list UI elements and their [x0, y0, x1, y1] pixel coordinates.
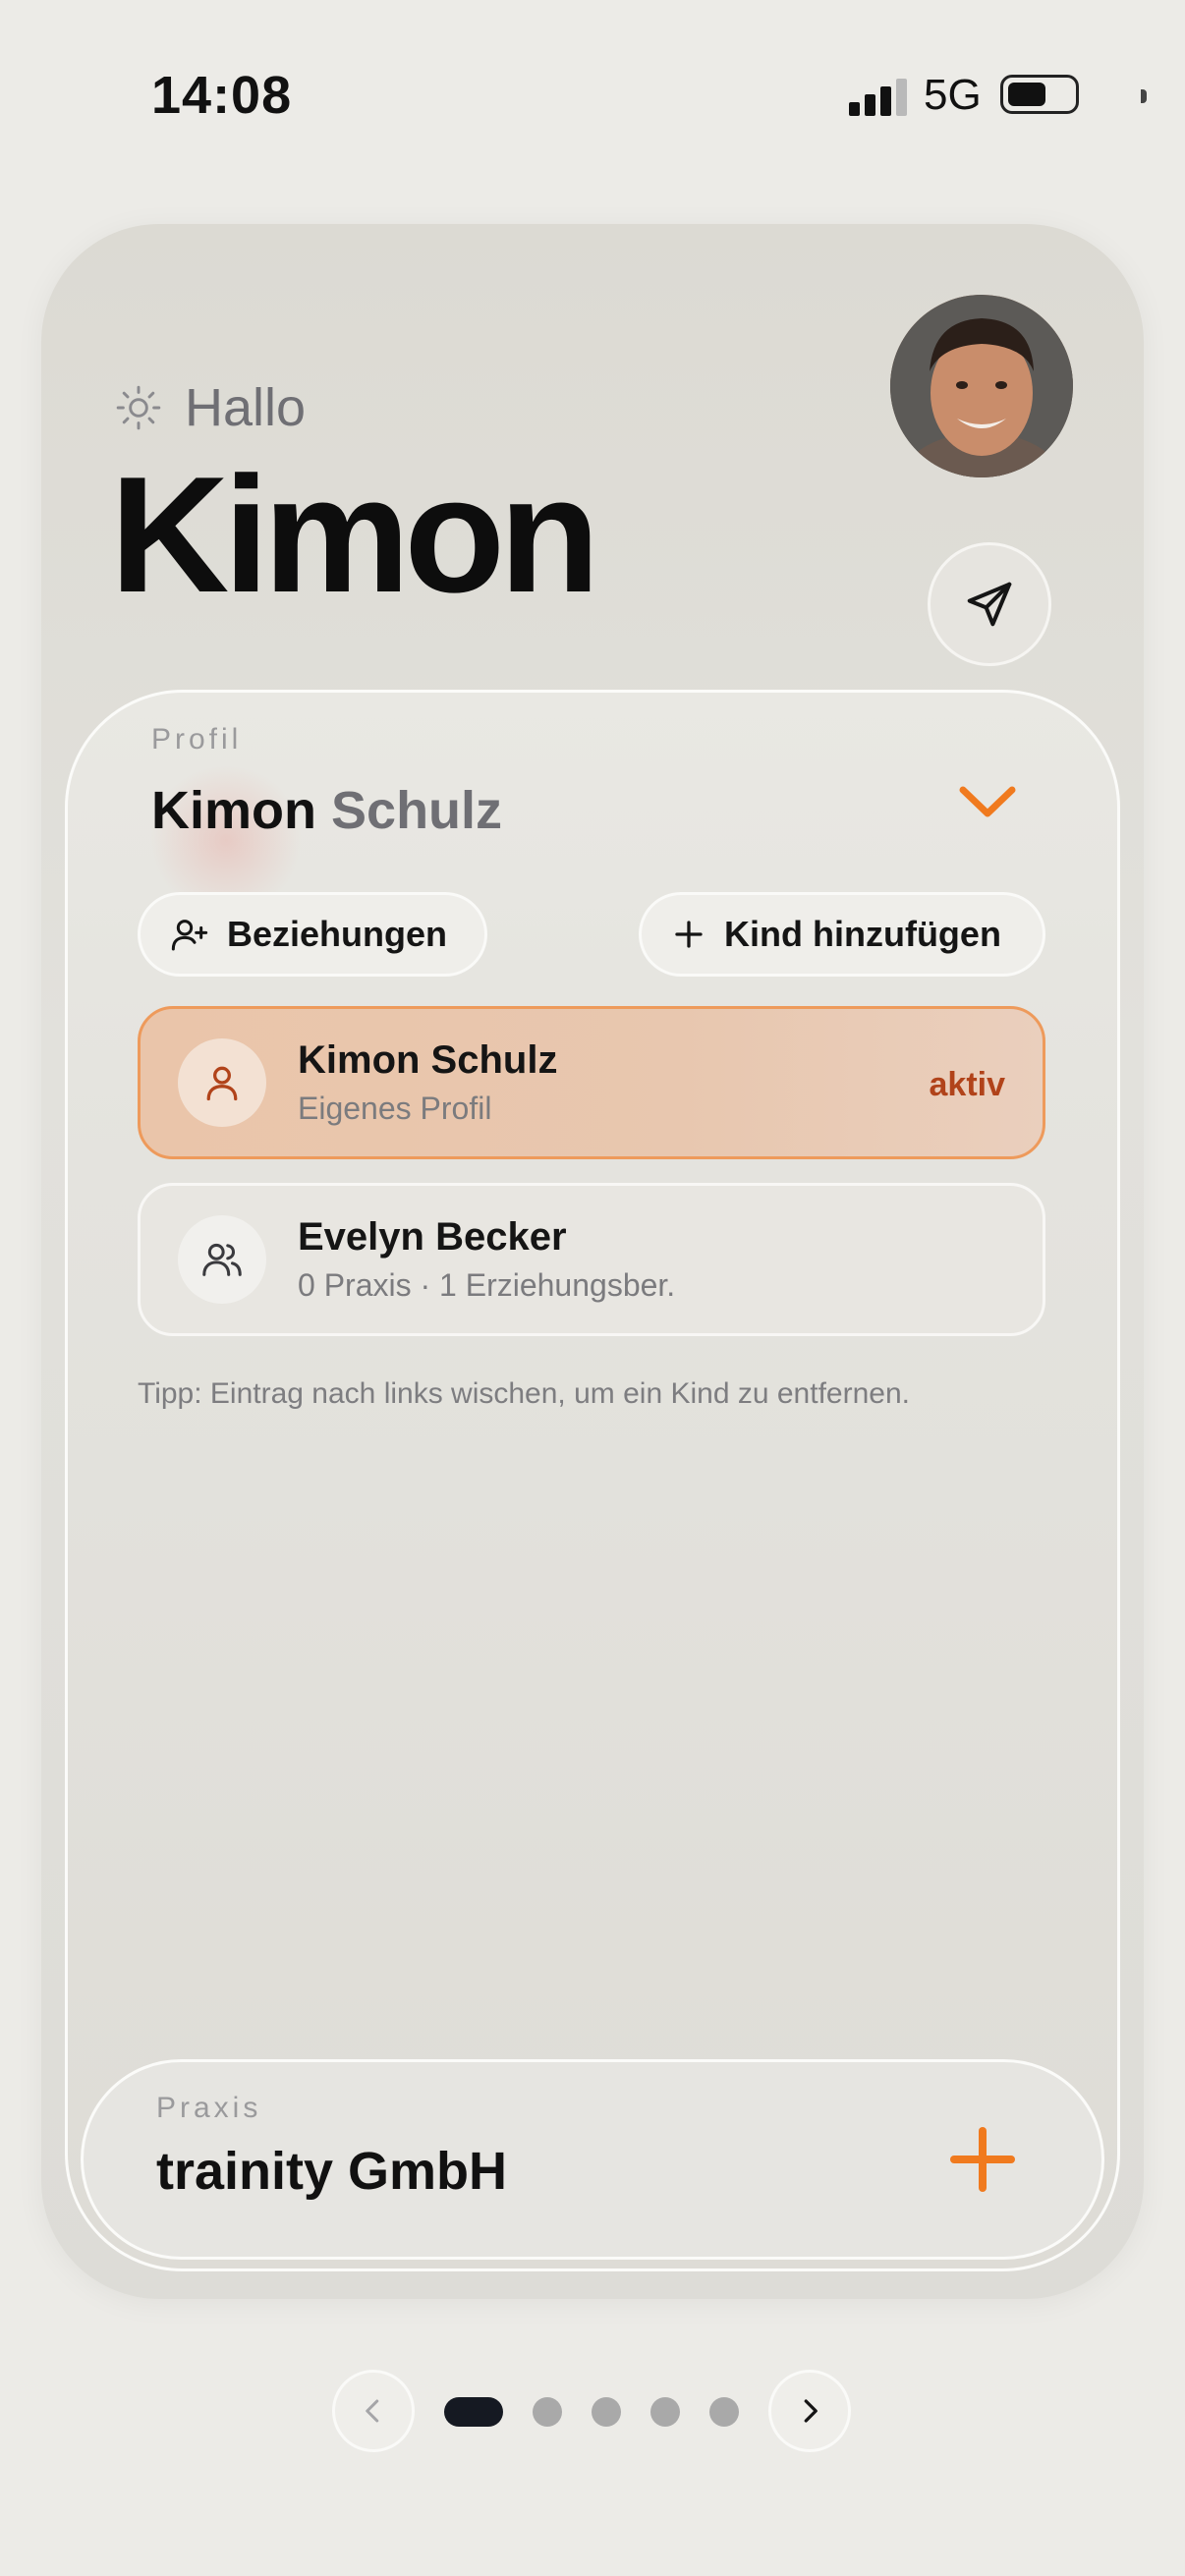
- profile-last-name: Schulz: [331, 781, 503, 840]
- page-indicator[interactable]: [592, 2397, 621, 2427]
- page-indicator[interactable]: [533, 2397, 562, 2427]
- list-item-subtitle: 0 Praxis · 1 Erziehungsber.: [298, 1267, 676, 1303]
- status-bar: 14:08 5G: [0, 0, 1185, 187]
- praxis-label: Praxis: [156, 2092, 262, 2124]
- relations-label: Beziehungen: [227, 914, 448, 954]
- status-time: 14:08: [151, 66, 293, 125]
- previous-page-button[interactable]: [332, 2370, 415, 2452]
- send-icon: [967, 582, 1012, 627]
- list-item[interactable]: Evelyn Becker 0 Praxis · 1 Erziehungsber…: [138, 1183, 1045, 1336]
- relations-button[interactable]: Beziehungen: [138, 892, 487, 977]
- network-label: 5G: [924, 71, 982, 119]
- battery-icon: [1000, 75, 1147, 114]
- greeting-text: Hallo: [185, 378, 307, 437]
- greeting: Hallo: [114, 377, 306, 438]
- profile-first-name: Kimon: [151, 781, 316, 840]
- list-item-name: Evelyn Becker: [298, 1215, 567, 1259]
- add-child-label: Kind hinzufügen: [724, 914, 1001, 954]
- users-icon: [178, 1215, 266, 1304]
- profile-label: Profil: [151, 723, 243, 756]
- plus-icon: [675, 921, 703, 948]
- page-indicator[interactable]: [650, 2397, 680, 2427]
- status-badge: aktiv: [929, 1066, 1006, 1103]
- chevron-down-icon[interactable]: [955, 780, 1020, 823]
- send-button[interactable]: [928, 542, 1051, 666]
- page-indicator[interactable]: [709, 2397, 739, 2427]
- profile-name[interactable]: Kimon Schulz: [151, 780, 502, 841]
- add-child-button[interactable]: Kind hinzufügen: [639, 892, 1045, 977]
- chevron-left-icon: [366, 2399, 379, 2423]
- praxis-name: trainity GmbH: [156, 2142, 508, 2201]
- list-item[interactable]: Kimon Schulz Eigenes Profil aktiv: [138, 1006, 1045, 1159]
- page-indicator-active[interactable]: [444, 2397, 503, 2427]
- hint-text: Tipp: Eintrag nach links wischen, um ein…: [138, 1377, 910, 1410]
- signal-icon: [849, 77, 908, 116]
- next-page-button[interactable]: [768, 2370, 851, 2452]
- avatar[interactable]: [890, 295, 1073, 477]
- list-item-subtitle: Eigenes Profil: [298, 1091, 492, 1126]
- praxis-card[interactable]: Praxis trainity GmbH: [81, 2059, 1104, 2260]
- user-name-title: Kimon: [110, 442, 600, 627]
- avatar-photo: [890, 295, 1073, 477]
- user-icon: [178, 1038, 266, 1127]
- chevron-right-icon: [804, 2399, 818, 2423]
- user-plus-icon: [171, 920, 208, 951]
- list-item-name: Kimon Schulz: [298, 1038, 558, 1082]
- sun-icon: [116, 385, 161, 430]
- add-praxis-icon[interactable]: [948, 2125, 1017, 2194]
